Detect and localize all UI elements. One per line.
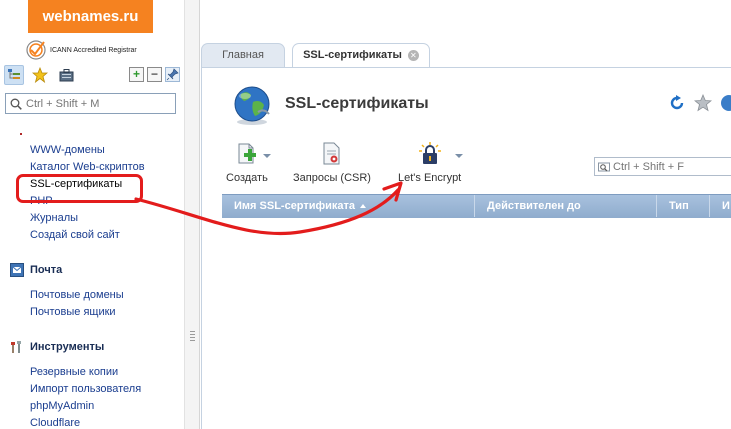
favorites-star-icon[interactable] bbox=[30, 65, 50, 85]
accreditation-text: ICANN Accredited Registrar bbox=[50, 46, 137, 54]
tab-ssl-certificates[interactable]: SSL-сертификаты ✕ bbox=[292, 43, 430, 68]
nav-logs[interactable]: Журналы bbox=[30, 212, 78, 224]
left-search-box[interactable] bbox=[5, 93, 176, 114]
nav-backups[interactable]: Резервные копии bbox=[30, 366, 118, 378]
tree-view-icon[interactable] bbox=[4, 64, 24, 85]
lets-encrypt-button[interactable]: Let's Encrypt bbox=[398, 142, 461, 184]
help-icon[interactable] bbox=[717, 94, 731, 112]
csr-requests-button[interactable]: Запросы (CSR) bbox=[293, 142, 371, 184]
nav-cloudflare[interactable]: Cloudflare bbox=[30, 417, 80, 429]
collapse-all-button[interactable]: − bbox=[147, 67, 162, 82]
left-search-input[interactable] bbox=[26, 97, 166, 110]
nav-mail-domains[interactable]: Почтовые домены bbox=[30, 289, 124, 301]
favorite-star-icon[interactable] bbox=[694, 94, 712, 112]
search-icon bbox=[10, 98, 22, 110]
create-dropdown-chevron-icon[interactable] bbox=[263, 154, 271, 158]
panel-splitter[interactable] bbox=[184, 0, 200, 429]
tab-ssl-label: SSL-сертификаты bbox=[303, 49, 402, 61]
column-header-more[interactable]: И bbox=[710, 195, 731, 217]
globe-icon bbox=[234, 86, 270, 125]
column-header-valid-until[interactable]: Действителен до bbox=[475, 195, 657, 217]
column-type-label: Тип bbox=[669, 200, 689, 212]
left-panel: webnames.ru ICANN Accredited Registrar +… bbox=[0, 0, 184, 429]
lets-encrypt-label: Let's Encrypt bbox=[398, 172, 462, 184]
nav-www-domains[interactable]: WWW-домены bbox=[30, 144, 105, 156]
close-tab-icon[interactable]: ✕ bbox=[407, 49, 419, 61]
section-mail[interactable]: Почта bbox=[10, 263, 62, 277]
section-tools[interactable]: Инструменты bbox=[10, 340, 104, 354]
column-header-type[interactable]: Тип bbox=[657, 195, 710, 217]
tab-home[interactable]: Главная bbox=[201, 43, 285, 68]
annotation-highlight bbox=[16, 174, 143, 203]
lets-encrypt-dropdown-chevron-icon[interactable] bbox=[455, 154, 463, 158]
tools-icon bbox=[11, 341, 21, 353]
icann-seal-icon bbox=[26, 40, 46, 60]
refresh-icon[interactable] bbox=[669, 95, 685, 111]
create-icon bbox=[238, 143, 256, 164]
left-toolbar: + − bbox=[4, 63, 180, 86]
grid-search-box[interactable] bbox=[594, 157, 731, 176]
create-label: Создать bbox=[226, 172, 268, 184]
page-title: SSL-сертификаты bbox=[285, 95, 429, 112]
webnames-logo[interactable]: webnames.ru bbox=[28, 0, 153, 33]
grid-header: Имя SSL-сертификата Действителен до Тип … bbox=[222, 194, 731, 218]
csr-requests-label: Запросы (CSR) bbox=[293, 172, 371, 184]
section-tools-title: Инструменты bbox=[30, 341, 105, 353]
csr-icon bbox=[323, 142, 340, 165]
expand-all-button[interactable]: + bbox=[129, 67, 144, 82]
nav-phpmyadmin[interactable]: phpMyAdmin bbox=[30, 400, 94, 412]
column-header-cert-name[interactable]: Имя SSL-сертификата bbox=[222, 195, 475, 217]
create-button[interactable]: Создать bbox=[226, 142, 268, 184]
nav-mailboxes[interactable]: Почтовые ящики bbox=[30, 306, 116, 318]
grid-search-input[interactable] bbox=[613, 160, 723, 173]
splitter-grip[interactable] bbox=[190, 331, 195, 343]
nav-import-user[interactable]: Импорт пользователя bbox=[30, 383, 141, 395]
icann-badge: ICANN Accredited Registrar bbox=[25, 38, 137, 62]
nav-web-scripts-catalog[interactable]: Каталог Web-скриптов bbox=[30, 161, 145, 173]
grid-search-icon bbox=[598, 162, 610, 172]
column-more-label: И bbox=[722, 200, 730, 212]
lock-icon bbox=[418, 142, 441, 164]
briefcase-icon[interactable] bbox=[56, 65, 76, 85]
section-mail-title: Почта bbox=[30, 264, 63, 276]
tab-home-label: Главная bbox=[222, 49, 264, 61]
sort-asc-icon bbox=[360, 204, 367, 209]
section-marker bbox=[20, 133, 22, 135]
nav-create-site[interactable]: Создай свой сайт bbox=[30, 229, 120, 241]
column-cert-name-label: Имя SSL-сертификата bbox=[234, 200, 356, 212]
column-valid-until-label: Действителен до bbox=[487, 200, 581, 212]
tab-bar: Главная SSL-сертификаты ✕ bbox=[201, 38, 731, 68]
pin-icon[interactable] bbox=[165, 67, 180, 82]
mail-icon bbox=[10, 263, 24, 277]
main-panel bbox=[201, 67, 731, 429]
